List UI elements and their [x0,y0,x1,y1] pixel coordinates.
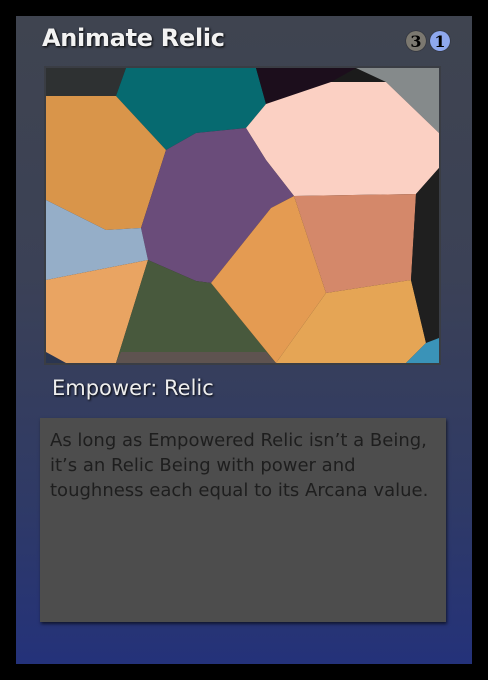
type-line: Empower: Relic [52,376,214,400]
game-card[interactable]: Animate Relic 3 1 Empower: Relic As long… [0,0,488,680]
card-artwork [44,66,441,365]
rules-text-box: As long as Empowered Relic isn’t a Being… [40,418,446,622]
mana-cost: 3 1 [406,31,450,51]
card-title: Animate Relic [42,24,225,52]
rules-text: As long as Empowered Relic isn’t a Being… [50,430,429,501]
generic-mana-symbol: 3 [406,31,426,51]
blue-mana-symbol: 1 [430,31,450,51]
voronoi-art [46,68,439,363]
